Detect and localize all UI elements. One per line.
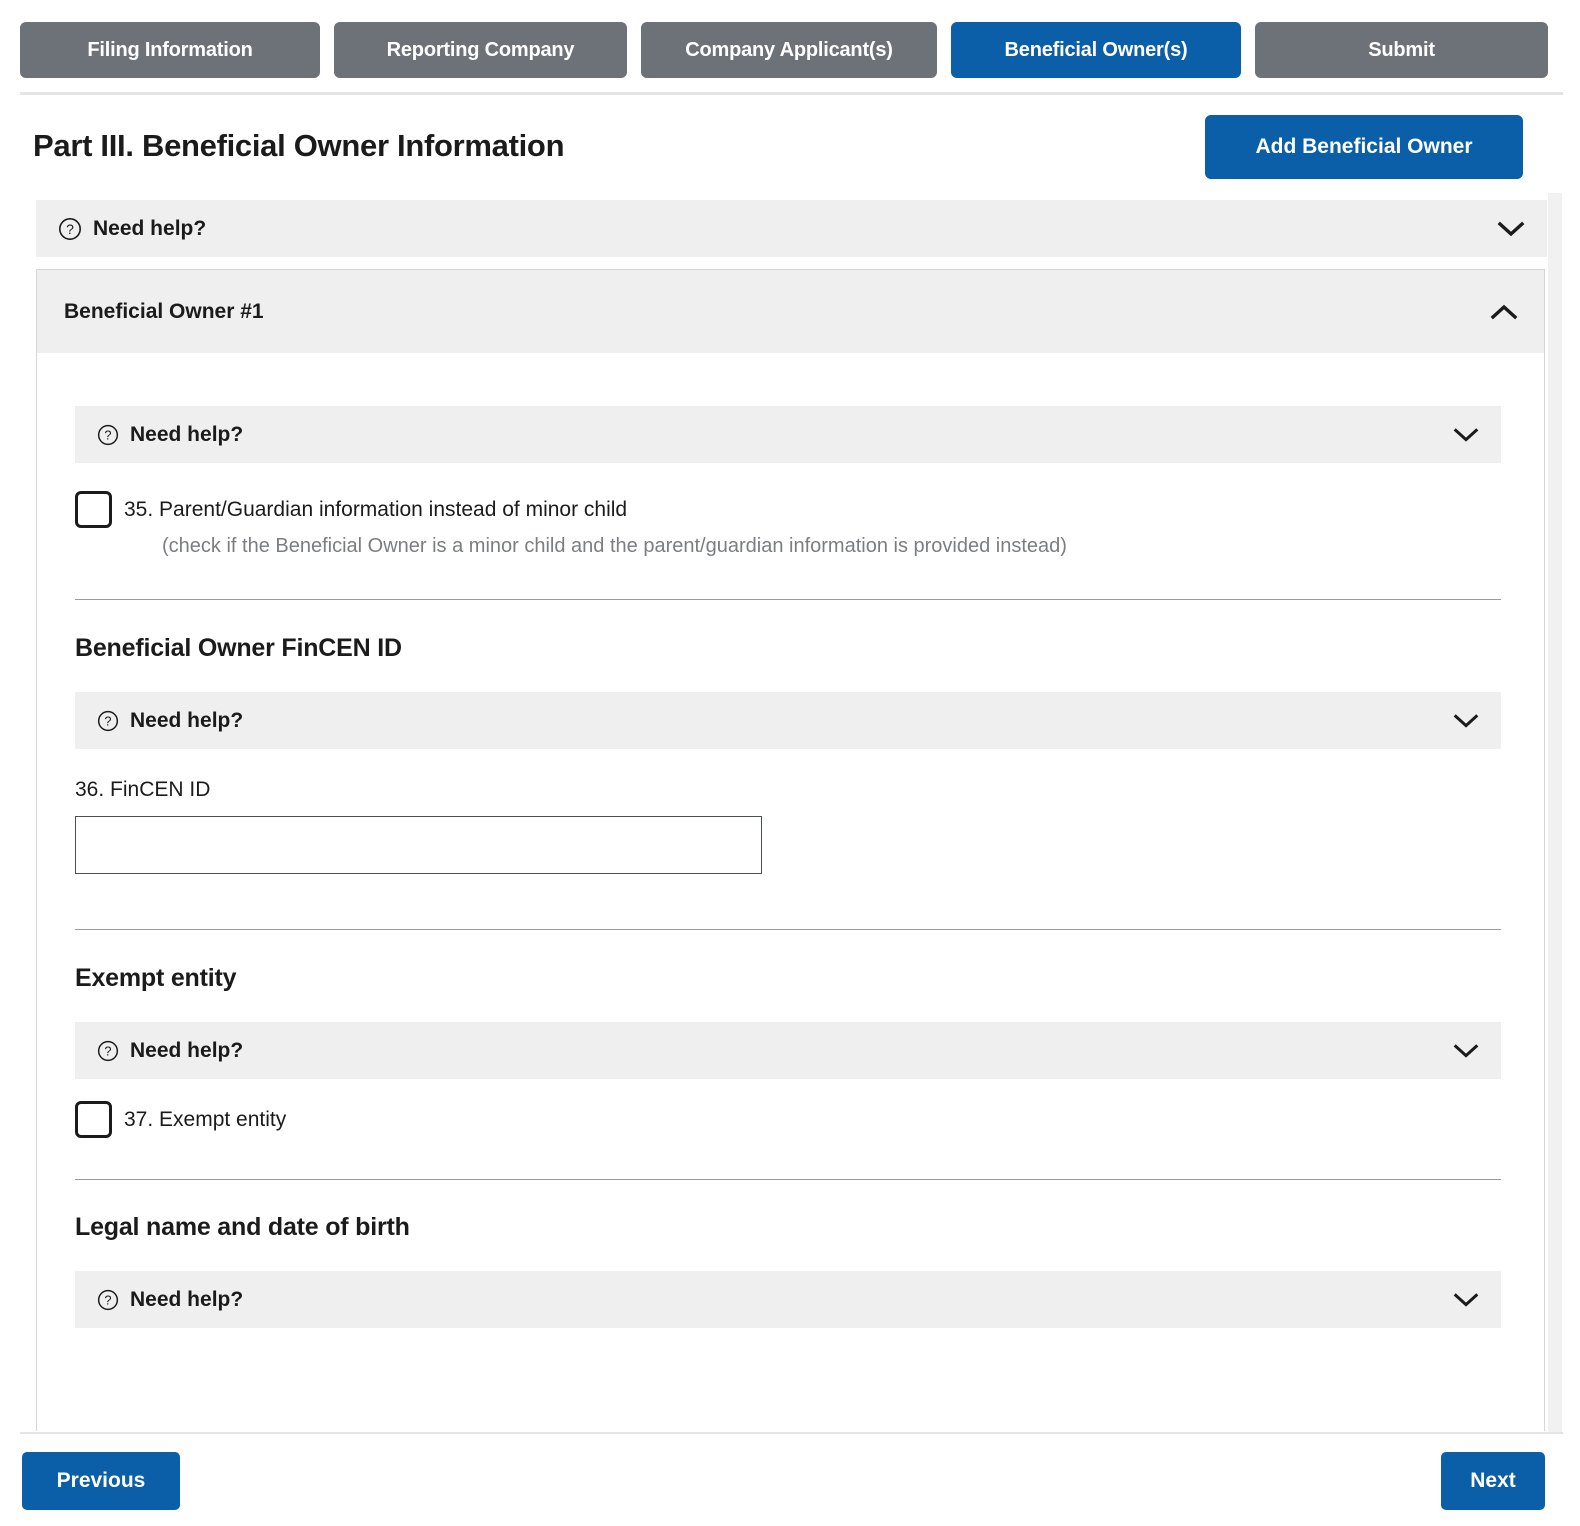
- section-heading-legal-name-dob: Legal name and date of birth: [75, 1213, 410, 1241]
- need-help-label: Need help?: [130, 708, 244, 732]
- need-help-label: Need help?: [93, 216, 207, 240]
- chevron-down-icon: [1497, 220, 1525, 238]
- checkbox-row-37: 37. Exempt entity: [75, 1100, 1508, 1139]
- vertical-scrollbar[interactable]: [1548, 193, 1562, 1433]
- previous-button[interactable]: Previous: [22, 1452, 180, 1510]
- need-help-label: Need help?: [130, 1038, 244, 1062]
- chevron-down-icon: [1453, 1042, 1479, 1059]
- checkbox-35-sublabel: (check if the Beneficial Owner is a mino…: [162, 535, 1067, 557]
- need-help-accordion-fincen-id[interactable]: ? Need help?: [75, 692, 1501, 749]
- checkbox-35-label: 35. Parent/Guardian information instead …: [124, 498, 628, 521]
- section-divider: [75, 1179, 1501, 1180]
- tab-beneficial-owners[interactable]: Beneficial Owner(s): [951, 22, 1241, 78]
- section-divider: [75, 929, 1501, 930]
- tab-reporting-company[interactable]: Reporting Company: [334, 22, 627, 78]
- svg-text:?: ?: [104, 1043, 111, 1058]
- chevron-up-icon: [1490, 303, 1518, 321]
- question-circle-icon: ?: [97, 710, 119, 732]
- svg-text:?: ?: [104, 713, 111, 728]
- scrollbar-thumb[interactable]: [1548, 193, 1562, 523]
- need-help-label: Need help?: [130, 1287, 244, 1311]
- need-help-accordion-owner[interactable]: ? Need help?: [75, 406, 1501, 463]
- checkbox-row-35: 35. Parent/Guardian information instead …: [75, 490, 1508, 529]
- beneficial-owner-card: Beneficial Owner #1 ? Need help? 35. Par…: [36, 269, 1545, 1431]
- beneficial-owner-card-header[interactable]: Beneficial Owner #1: [37, 270, 1544, 353]
- question-circle-icon: ?: [97, 424, 119, 446]
- section-heading-fincen-id: Beneficial Owner FinCEN ID: [75, 634, 402, 662]
- question-circle-icon: ?: [97, 1289, 119, 1311]
- field-label-36-fincen-id: 36. FinCEN ID: [75, 778, 211, 801]
- checkbox-37-exempt-entity[interactable]: [75, 1101, 112, 1138]
- svg-text:?: ?: [104, 427, 111, 442]
- svg-text:?: ?: [66, 221, 74, 237]
- input-36-fincen-id[interactable]: [75, 816, 762, 874]
- beneficial-owner-card-title: Beneficial Owner #1: [64, 299, 264, 323]
- chevron-down-icon: [1453, 712, 1479, 729]
- need-help-label: Need help?: [130, 422, 244, 446]
- checkbox-35-parent-guardian[interactable]: [75, 491, 112, 528]
- tabbar-divider: [20, 92, 1563, 95]
- next-button[interactable]: Next: [1441, 1452, 1545, 1510]
- page-header: Part III. Beneficial Owner Information A…: [0, 110, 1580, 190]
- need-help-accordion-legal-name-dob[interactable]: ? Need help?: [75, 1271, 1501, 1328]
- question-circle-icon: ?: [97, 1040, 119, 1062]
- need-help-accordion-exempt-entity[interactable]: ? Need help?: [75, 1022, 1501, 1079]
- bottom-divider: [20, 1432, 1563, 1434]
- tab-submit[interactable]: Submit: [1255, 22, 1548, 78]
- page-title: Part III. Beneficial Owner Information: [33, 128, 565, 163]
- chevron-down-icon: [1453, 1291, 1479, 1308]
- tab-company-applicants[interactable]: Company Applicant(s): [641, 22, 937, 78]
- section-heading-exempt-entity: Exempt entity: [75, 964, 237, 992]
- checkbox-37-label: 37. Exempt entity: [124, 1108, 287, 1131]
- wizard-tab-bar: Filing Information Reporting Company Com…: [0, 0, 1580, 94]
- svg-text:?: ?: [104, 1292, 111, 1307]
- beneficial-owner-card-body: ? Need help? 35. Parent/Guardian informa…: [37, 406, 1544, 1328]
- add-beneficial-owner-button[interactable]: Add Beneficial Owner: [1205, 115, 1523, 179]
- need-help-accordion-part3[interactable]: ? Need help?: [36, 200, 1547, 257]
- section-divider: [75, 599, 1501, 600]
- tab-filing-information[interactable]: Filing Information: [20, 22, 320, 78]
- question-circle-icon: ?: [58, 217, 82, 241]
- chevron-down-icon: [1453, 426, 1479, 443]
